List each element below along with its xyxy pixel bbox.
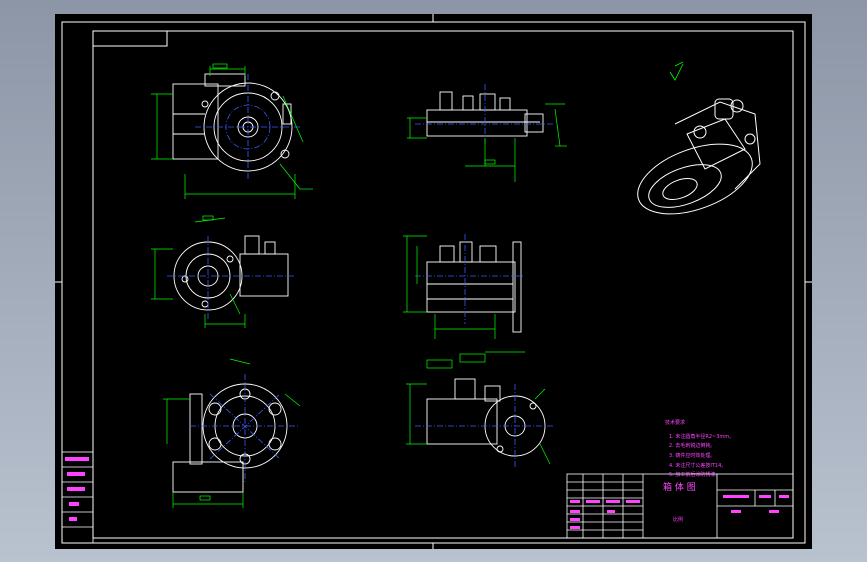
- left-side-view[interactable]: [151, 215, 295, 328]
- cad-viewport[interactable]: 技术要求 1. 未注圆角半径R2~3mm。 2. 去毛刺锐边倒钝。 3. 铸件应…: [55, 14, 812, 549]
- note-line-4: 4. 未注尺寸公差按IT14。: [669, 462, 726, 469]
- drawing-title: 箱 体 图: [663, 481, 696, 493]
- drawing-sheet-icon[interactable]: 技术要求 1. 未注圆角半径R2~3mm。 2. 去毛刺锐边倒钝。 3. 铸件应…: [55, 14, 812, 549]
- right-side-view[interactable]: [403, 234, 525, 339]
- note-line-5: 5. 加工前后涂防锈漆。: [669, 471, 720, 478]
- technical-notes: 技术要求 1. 未注圆角半径R2~3mm。 2. 去毛刺锐边倒钝。 3. 铸件应…: [665, 419, 734, 478]
- section-view[interactable]: [406, 351, 555, 469]
- note-line-1: 1. 未注圆角半径R2~3mm。: [669, 433, 734, 440]
- note-line-3: 3. 铸件应时效处理。: [669, 452, 715, 459]
- left-revision-block: [61, 451, 94, 544]
- isometric-part-icon[interactable]: [628, 98, 761, 228]
- bottom-view[interactable]: [163, 358, 301, 508]
- notes-heading: 技术要求: [665, 419, 685, 426]
- note-line-2: 2. 去毛刺锐边倒钝。: [669, 442, 715, 449]
- surface-roughness-icon: [669, 61, 684, 81]
- scale-label: 比例: [673, 516, 683, 523]
- top-view[interactable]: [407, 84, 567, 182]
- front-view[interactable]: [151, 63, 313, 199]
